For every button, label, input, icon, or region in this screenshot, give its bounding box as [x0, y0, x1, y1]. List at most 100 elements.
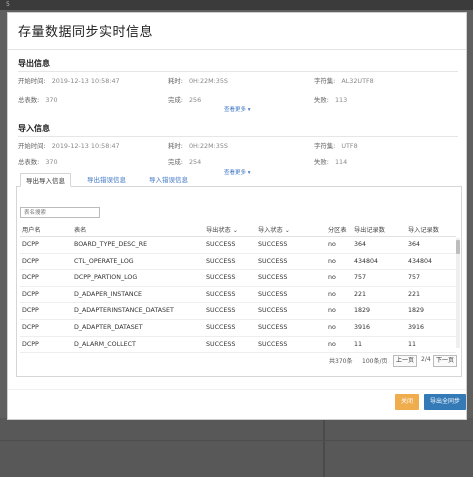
cell-table-name: D_ADAPTER_DATASET [74, 323, 143, 331]
cell-user: DCPP [22, 257, 39, 265]
table-header: 用户名 表名 导出状态 ⌄ 导入状态 ⌄ 分区表 导出记录数 导入记录数 [20, 223, 456, 237]
title-divider [8, 49, 466, 50]
cell-import-status: SUCCESS [258, 241, 288, 248]
cell-user: DCPP [22, 290, 39, 298]
close-button[interactable]: 关闭 [395, 394, 419, 410]
cell-import-count: 364 [408, 241, 421, 248]
table-row[interactable]: DCPP D_ADAPTER_DATASET SUCCESS SUCCESS no 391… [20, 320, 456, 337]
backdrop-header: 5 [0, 0, 473, 10]
sync-table: 用户名 表名 导出状态 ⌄ 导入状态 ⌄ 分区表 导出记录数 导入记录数 DCP… [20, 223, 456, 354]
backdrop-corner-text: 5 [6, 1, 10, 8]
cell-partition: no [328, 274, 336, 282]
cell-import-count: 3916 [408, 323, 425, 331]
cell-partition: no [328, 307, 336, 315]
cell-import-count: 434804 [408, 257, 433, 265]
table-row[interactable]: DCPP D_ADAPER_INSTANCE SUCCESS SUCCESS no 221… [20, 287, 456, 304]
table-row[interactable]: DCPP D_ALARM_COLLECT SUCCESS SUCCESS no 11 11 [20, 337, 456, 354]
cell-partition: no [328, 257, 336, 265]
export-done: 完成: 256 [168, 96, 202, 104]
cell-export-count: 11 [354, 340, 363, 348]
import-done: 完成: 254 [168, 158, 202, 166]
cell-export-status: SUCCESS [206, 323, 236, 331]
cell-partition: no [328, 340, 336, 348]
header-partition: 分区表 [328, 227, 347, 234]
cell-table-name: DCPP_PARTION_LOG [74, 274, 138, 282]
tab-export-errors[interactable]: 导出错误信息 [82, 173, 131, 187]
table-body: DCPP BOARD_TYPE_DESC_RE SUCCESS SUCCESS no 36… [20, 237, 456, 354]
export-elapsed: 耗时: 0H:22M:35S [168, 77, 228, 85]
table-row[interactable]: DCPP D_ADAPTERINSTANCE_DATASET SUCCESS SUCC… [20, 303, 456, 320]
cell-table-name: CTL_OPERATE_LOG [74, 257, 134, 265]
import-section-divider [18, 136, 458, 137]
prev-page-button[interactable]: 上一页 [393, 355, 418, 367]
cell-partition: no [328, 241, 336, 248]
import-charset: 字符集: UTF8 [314, 142, 358, 150]
backdrop-divider-horizontal [0, 440, 473, 441]
footer-divider [8, 389, 466, 390]
table-scrollbar[interactable] [456, 238, 460, 348]
import-total: 总表数: 370 [18, 158, 58, 166]
cell-import-status: SUCCESS [258, 307, 288, 315]
export-charset: 字符集: AL32UTF8 [314, 77, 374, 85]
cell-import-status: SUCCESS [258, 274, 288, 282]
export-failed: 失败: 113 [314, 96, 348, 104]
table-row[interactable]: DCPP CTL_OPERATE_LOG SUCCESS SUCCESS no 43480… [20, 254, 456, 271]
cell-import-status: SUCCESS [258, 340, 288, 348]
header-table-name: 表名 [74, 227, 87, 234]
header-user: 用户名 [22, 227, 41, 234]
cell-export-count: 364 [354, 241, 367, 248]
cell-user: DCPP [22, 274, 39, 282]
table-scrollbar-thumb[interactable] [456, 240, 460, 254]
header-import-count: 导入记录数 [408, 227, 439, 234]
cell-user: DCPP [22, 307, 39, 315]
table-search-input[interactable] [20, 207, 100, 218]
modal-title: 存量数据同步实时信息 [18, 25, 154, 40]
table-row[interactable]: DCPP BOARD_TYPE_DESC_RE SUCCESS SUCCESS no 36… [20, 237, 456, 254]
page-indicator: 2/4 [421, 356, 431, 363]
tab-import-errors[interactable]: 导入错误信息 [144, 173, 193, 187]
info-tabs: 导出导入信息 导出错误信息 导入错误信息 [16, 173, 460, 187]
export-total: 总表数: 370 [18, 96, 58, 104]
pager-summary: 共370条 [329, 358, 353, 365]
cell-table-name: D_ADAPTERINSTANCE_DATASET [74, 307, 174, 315]
import-elapsed: 耗时: 0H:22M:35S [168, 142, 228, 150]
cell-export-status: SUCCESS [206, 340, 236, 348]
table-row[interactable]: DCPP DCPP_PARTION_LOG SUCCESS SUCCESS no 757 7… [20, 270, 456, 287]
cell-partition: no [328, 290, 336, 298]
cell-user: DCPP [22, 241, 39, 248]
cell-export-count: 3916 [354, 323, 371, 331]
cell-table-name: D_ALARM_COLLECT [74, 340, 136, 348]
cell-table-name: D_ADAPER_INSTANCE [74, 290, 142, 298]
header-export-count: 导出记录数 [354, 227, 385, 234]
cell-import-status: SUCCESS [258, 257, 288, 265]
header-import-status[interactable]: 导入状态 ⌄ [258, 225, 290, 234]
cell-export-count: 434804 [354, 257, 379, 265]
cell-import-status: SUCCESS [258, 290, 288, 298]
tab-export-import[interactable]: 导出导入信息 [20, 173, 71, 187]
cell-export-count: 1829 [354, 307, 371, 315]
cell-export-status: SUCCESS [206, 290, 236, 298]
next-page-button[interactable]: 下一页 [433, 355, 458, 367]
cell-export-status: SUCCESS [206, 241, 236, 248]
import-section-title: 导入信息 [18, 124, 50, 133]
pager-page-size[interactable]: 100条/页 [362, 356, 387, 365]
export-more-link[interactable]: 查看更多 ▾ [224, 105, 251, 113]
export-sync-button[interactable]: 导出全同步 [424, 394, 466, 410]
cell-partition: no [328, 323, 336, 331]
import-failed: 失败: 114 [314, 158, 348, 166]
export-section-title: 导出信息 [18, 59, 50, 68]
export-section-divider [18, 71, 458, 72]
cell-export-count: 221 [354, 290, 367, 298]
header-export-status[interactable]: 导出状态 ⌄ [206, 225, 238, 234]
cell-export-status: SUCCESS [206, 257, 236, 265]
cell-import-count: 221 [408, 290, 421, 298]
cell-export-status: SUCCESS [206, 307, 236, 315]
cell-table-name: BOARD_TYPE_DESC_RE [74, 241, 148, 248]
cell-import-count: 757 [408, 274, 421, 282]
cell-import-count: 1829 [408, 307, 425, 315]
cell-user: DCPP [22, 323, 39, 331]
backdrop-divider [323, 418, 325, 477]
cell-user: DCPP [22, 340, 39, 348]
backdrop-footer [0, 418, 473, 477]
cell-import-count: 11 [408, 340, 417, 348]
